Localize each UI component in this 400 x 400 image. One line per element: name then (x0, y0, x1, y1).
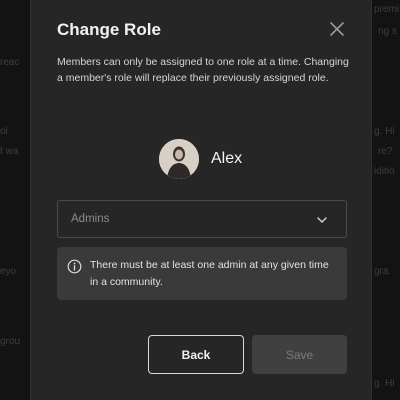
info-icon (67, 259, 82, 274)
dialog-title: Change Role (57, 20, 161, 39)
notice-text: There must be at least one admin at any … (90, 259, 329, 288)
back-button[interactable]: Back (148, 335, 244, 374)
save-button[interactable]: Save (252, 335, 347, 374)
member-info: Alex (159, 139, 242, 179)
dialog-description: Members can only be assigned to one role… (57, 56, 349, 84)
role-select[interactable]: Admins (57, 200, 347, 238)
change-role-dialog: Change Role Members can only be assigned… (30, 0, 372, 400)
info-notice: There must be at least one admin at any … (57, 247, 347, 300)
close-icon (330, 22, 344, 36)
member-name: Alex (211, 150, 243, 167)
role-select-value: Admins (71, 213, 110, 225)
chevron-down-icon (317, 217, 327, 223)
avatar (159, 139, 199, 179)
close-button[interactable] (326, 18, 348, 40)
